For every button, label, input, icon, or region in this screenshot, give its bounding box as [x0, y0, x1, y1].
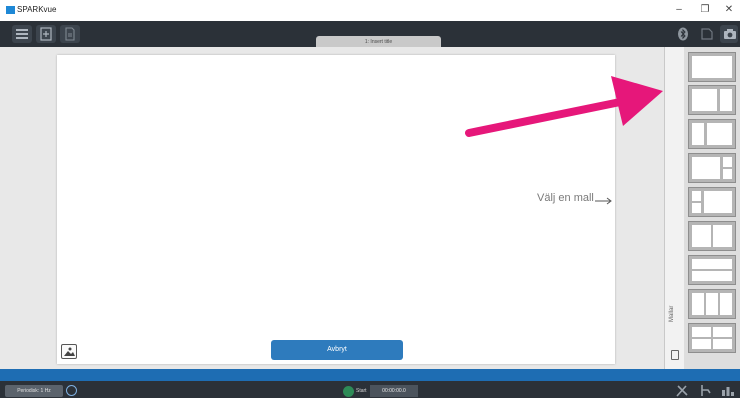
insert-image-button[interactable] — [61, 344, 77, 359]
templates-drawer-icon — [671, 350, 679, 360]
page-button[interactable] — [60, 25, 80, 43]
templates-drawer-label: Mallar — [669, 305, 675, 322]
add-page-icon — [40, 27, 52, 41]
restore-button[interactable]: ❐ — [697, 3, 713, 17]
start-button[interactable] — [343, 386, 354, 397]
app-title: SPARKvue — [17, 5, 57, 14]
camera-icon — [724, 29, 736, 39]
sparkvue-window: SPARKvue – ❐ ✕ 1: Insert title Välj en m… — [0, 0, 740, 398]
minimize-button[interactable]: – — [671, 3, 687, 17]
elapsed-timer: 00:00:00.0 — [370, 385, 418, 397]
template-two-columns-wide-left[interactable] — [688, 85, 736, 115]
hamburger-icon — [16, 29, 28, 39]
journal-button[interactable] — [697, 25, 714, 43]
template-two-left-wide-right[interactable] — [688, 187, 736, 217]
template-two-columns-narrow-left[interactable] — [688, 119, 736, 149]
templates-panel — [684, 47, 740, 369]
close-button[interactable]: ✕ — [721, 3, 737, 17]
template-three-columns[interactable] — [688, 289, 736, 319]
start-label: Start — [356, 388, 367, 394]
sensor-icon[interactable] — [699, 384, 713, 397]
sample-settings-icon[interactable] — [66, 385, 77, 396]
tools-icon[interactable] — [675, 384, 689, 397]
bluetooth-icon — [678, 27, 688, 41]
bottom-bar: Periodisk: 1 Hz Start 00:00:00.0 — [0, 381, 740, 398]
app-logo-icon — [6, 6, 15, 14]
add-page-button[interactable] — [36, 25, 56, 43]
templates-drawer-tab[interactable]: Mallar — [664, 47, 684, 369]
data-icon[interactable] — [721, 384, 735, 397]
choose-template-hint: Välj en mall — [537, 192, 594, 204]
pink-arrow-icon — [465, 76, 663, 137]
cancel-button[interactable]: Avbryt — [271, 340, 403, 360]
template-single[interactable] — [688, 52, 736, 82]
image-icon — [64, 347, 75, 356]
template-two-rows[interactable] — [688, 255, 736, 285]
sample-rate-button[interactable]: Periodisk: 1 Hz — [5, 385, 63, 397]
menu-button[interactable] — [12, 25, 32, 43]
page-icon — [65, 27, 75, 41]
camera-button[interactable] — [720, 25, 738, 43]
status-strip — [0, 369, 740, 381]
template-two-columns-equal[interactable] — [688, 221, 736, 251]
journal-icon — [701, 28, 713, 40]
template-two-by-two-grid[interactable] — [688, 323, 736, 353]
bluetooth-button[interactable] — [675, 25, 691, 43]
template-wide-left-two-right[interactable] — [688, 153, 736, 183]
title-bar: SPARKvue – ❐ ✕ — [0, 0, 740, 21]
arrow-right-icon — [595, 197, 612, 205]
